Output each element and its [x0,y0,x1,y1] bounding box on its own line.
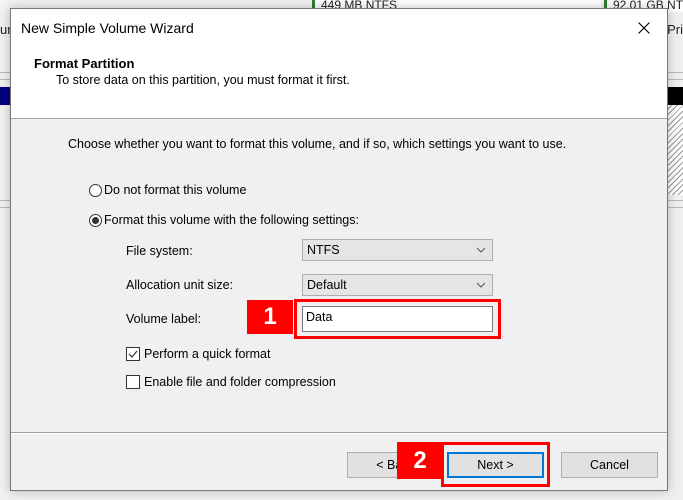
footer-divider [11,432,667,434]
quick-format-option[interactable]: Perform a quick format [126,347,270,361]
radio-format-volume[interactable]: Format this volume with the following se… [89,213,359,227]
page-subtitle: To store data on this partition, you mus… [56,73,350,87]
volume-label-input[interactable]: Data [302,306,493,332]
file-system-label: File system: [126,244,193,258]
allocation-unit-size-label: Allocation unit size: [126,278,234,292]
dialog-title: New Simple Volume Wizard [21,20,194,36]
cancel-button[interactable]: Cancel [561,452,658,478]
file-system-value: NTFS [307,243,340,257]
radio-do-not-format[interactable]: Do not format this volume [89,183,246,197]
instructions-text: Choose whether you want to format this v… [68,137,567,151]
file-system-select[interactable]: NTFS [302,239,493,261]
page-title: Format Partition [34,56,135,71]
radio-button-selected[interactable] [89,213,102,227]
next-button[interactable]: Next > [447,452,544,478]
close-button[interactable] [621,9,667,47]
checkbox-label: Perform a quick format [144,347,271,361]
compression-option[interactable]: Enable file and folder compression [126,375,336,389]
checkbox-label: Enable file and folder compression [144,375,336,389]
allocation-unit-size-select[interactable]: Default [302,274,493,296]
quick-format-checkbox[interactable] [126,347,140,361]
volume-label-label: Volume label: [126,312,202,326]
radio-label: Do not format this volume [104,183,247,197]
title-bar[interactable]: New Simple Volume Wizard [11,9,667,47]
wizard-header: Format Partition To store data on this p… [11,47,667,119]
background-text-fragment: Pri [667,22,683,37]
chevron-down-icon [476,247,486,253]
chevron-down-icon [476,282,486,288]
radio-label: Format this volume with the following se… [104,213,359,227]
annotation-badge-1: 1 [247,300,293,334]
close-icon [638,22,650,34]
checkmark-icon [128,350,138,358]
wizard-dialog: New Simple Volume Wizard Format Partitio… [10,8,668,491]
radio-button[interactable] [89,183,102,197]
annotation-badge-2: 2 [397,442,443,479]
background-hatch-pattern [667,105,683,195]
allocation-unit-size-value: Default [307,278,347,292]
compression-checkbox[interactable] [126,375,140,389]
